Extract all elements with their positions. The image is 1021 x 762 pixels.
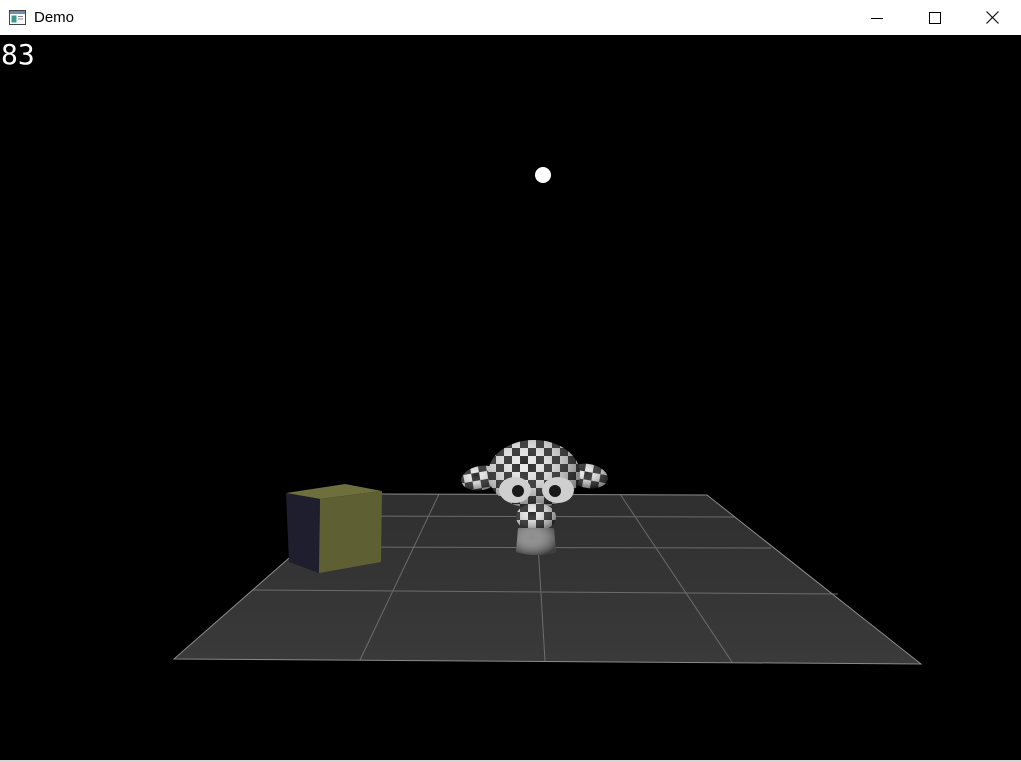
light-source	[535, 167, 551, 183]
title-bar[interactable]: Demo	[0, 0, 1021, 35]
maximize-button[interactable]	[906, 0, 964, 35]
close-icon	[986, 11, 999, 24]
render-viewport[interactable]: 83	[0, 35, 1021, 760]
app-window-icon	[9, 10, 26, 25]
close-button[interactable]	[964, 0, 1021, 35]
scene-canvas	[172, 167, 923, 665]
minimize-button[interactable]	[848, 0, 906, 35]
minimize-icon	[871, 17, 883, 19]
maximize-icon	[929, 11, 941, 24]
textured-cube	[286, 484, 382, 573]
window-title: Demo	[34, 9, 75, 26]
